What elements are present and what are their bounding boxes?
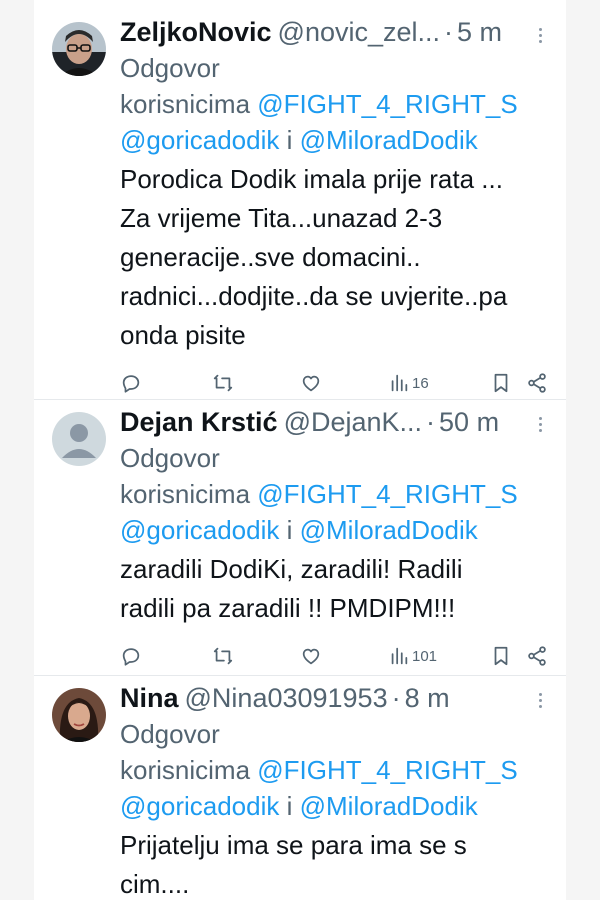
tweet-text-line: onda pisite	[120, 320, 246, 350]
like-button[interactable]	[300, 645, 322, 667]
reply-prefix: Odgovor	[120, 443, 220, 473]
more-options-icon[interactable]	[528, 412, 552, 436]
separator: ·	[444, 17, 454, 47]
tweet-text: Prijatelju ima se para ima se s cim....	[120, 826, 552, 900]
user-photo-woman-icon	[52, 688, 106, 742]
bookmark-button[interactable]	[490, 645, 512, 667]
more-options-icon[interactable]	[528, 23, 552, 47]
reply-button[interactable]	[120, 372, 142, 394]
tweet-text: Porodica Dodik imala prije rata ... Za v…	[120, 160, 552, 355]
bookmark-button[interactable]	[490, 372, 512, 394]
reply-context: Odgovor korisnicima @FIGHT_4_RIGHT_S @go…	[120, 716, 552, 824]
tweet-header: Dejan Krstić @DejanK... · 50 m	[120, 404, 540, 440]
like-button[interactable]	[300, 372, 322, 394]
reply-to-label: korisnicima	[120, 479, 251, 509]
tweet[interactable]: ZeljkoNovic @novic_zel... · 5 m Odgovor …	[34, 0, 566, 400]
avatar[interactable]	[52, 22, 106, 76]
display-name[interactable]: Nina	[120, 680, 179, 716]
mention-link[interactable]: @FIGHT_4_RIGHT_S	[257, 89, 517, 119]
repost-button[interactable]	[212, 372, 234, 394]
analytics-icon	[391, 374, 408, 392]
mention-link[interactable]: @FIGHT_4_RIGHT_S	[257, 755, 517, 785]
reply-icon	[122, 375, 140, 393]
avatar[interactable]	[52, 688, 106, 742]
reply-feed: ZeljkoNovic @novic_zel... · 5 m Odgovor …	[34, 0, 566, 900]
user-handle[interactable]: @Nina03091953	[185, 680, 388, 716]
default-user-silhouette-icon	[52, 412, 106, 466]
user-handle[interactable]: @novic_zel...	[278, 14, 440, 50]
repost-button[interactable]	[212, 645, 234, 667]
user-photo-glasses-icon	[52, 22, 106, 76]
repost-icon	[213, 374, 233, 392]
reply-icon	[122, 648, 140, 666]
reply-context: Odgovor korisnicima @FIGHT_4_RIGHT_S @go…	[120, 440, 552, 548]
bookmark-icon	[494, 373, 508, 393]
views-count: 101	[412, 647, 438, 665]
mention-link[interactable]: @MiloradDodik	[300, 791, 478, 821]
mention-link[interactable]: @MiloradDodik	[300, 125, 478, 155]
reply-prefix: Odgovor	[120, 719, 220, 749]
tweet-text: zaradili DodiKi, zaradili! Radili radili…	[120, 550, 552, 628]
analytics-icon	[391, 647, 408, 665]
reply-prefix: Odgovor	[120, 53, 220, 83]
timestamp[interactable]: 50 m	[439, 404, 499, 440]
display-name[interactable]: ZeljkoNovic	[120, 14, 272, 50]
tweet-header: ZeljkoNovic @novic_zel... · 5 m	[120, 14, 520, 50]
tweet[interactable]: Nina @Nina03091953 · 8 m Odgovor korisni…	[34, 676, 566, 900]
conjunction: i	[286, 515, 293, 545]
tweet-text-line: cim....	[120, 869, 190, 899]
mention-link[interactable]: @goricadodik	[120, 125, 279, 155]
tweet-text-line: radili pa zaradili !! PMDIPM!!!	[120, 593, 456, 623]
conjunction: i	[286, 125, 293, 155]
reply-to-label: korisnicima	[120, 89, 251, 119]
share-button[interactable]	[526, 645, 548, 667]
mention-link[interactable]: @MiloradDodik	[300, 515, 478, 545]
display-name[interactable]: Dejan Krstić	[120, 404, 278, 440]
heart-icon	[302, 648, 320, 665]
tweet-text-line: generacije..sve domacini..	[120, 242, 421, 272]
bookmark-icon	[494, 646, 508, 666]
user-handle[interactable]: @DejanK...	[284, 404, 422, 440]
reply-context: Odgovor korisnicima @FIGHT_4_RIGHT_S @go…	[120, 50, 552, 158]
repost-icon	[213, 647, 233, 665]
tweet-text-line: zaradili DodiKi, zaradili! Radili	[120, 554, 463, 584]
tweet-text-line: Prijatelju ima se para ima se s	[120, 830, 467, 860]
tweet-text-line: Za vrijeme Tita...unazad 2-3	[120, 203, 443, 233]
heart-icon	[302, 375, 320, 392]
tweet[interactable]: Dejan Krstić @DejanK... · 50 m Odgovor k…	[34, 400, 566, 676]
tweet-text-line: Porodica Dodik imala prije rata ...	[120, 164, 503, 194]
timestamp[interactable]: 8 m	[405, 680, 450, 716]
separator: ·	[391, 683, 401, 713]
timestamp[interactable]: 5 m	[457, 14, 502, 50]
tweet-text-line: radnici...dodjite..da se uvjerite..pa	[120, 281, 508, 311]
mention-link[interactable]: @goricadodik	[120, 515, 279, 545]
mention-link[interactable]: @FIGHT_4_RIGHT_S	[257, 479, 517, 509]
views-count: 16	[412, 374, 429, 392]
mention-link[interactable]: @goricadodik	[120, 791, 279, 821]
share-icon	[528, 373, 546, 393]
conjunction: i	[286, 791, 293, 821]
share-icon	[528, 646, 546, 666]
views-button[interactable]: 101	[388, 645, 437, 667]
share-button[interactable]	[526, 372, 548, 394]
avatar[interactable]	[52, 412, 106, 466]
tweet-header: Nina @Nina03091953 · 8 m	[120, 680, 540, 716]
more-options-icon[interactable]	[528, 688, 552, 712]
views-button[interactable]: 16	[388, 372, 429, 394]
reply-button[interactable]	[120, 645, 142, 667]
separator: ·	[426, 407, 436, 437]
reply-to-label: korisnicima	[120, 755, 251, 785]
